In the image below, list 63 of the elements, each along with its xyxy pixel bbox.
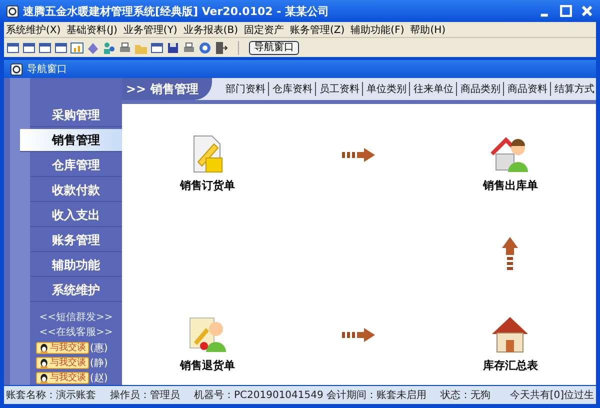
sidebar-item[interactable]: 收款付款 <box>30 179 122 202</box>
sidebar-item[interactable]: 采购管理 <box>30 104 122 127</box>
sidebar-item[interactable]: 系统维护 <box>30 279 122 302</box>
menu-item[interactable]: 辅助功能(F) <box>350 22 404 36</box>
sidebar-item[interactable]: 收入支出 <box>30 204 122 227</box>
status-text: 今天共有[0]位过生 <box>510 388 594 402</box>
header-link[interactable]: 往来单位 <box>409 82 456 96</box>
panel-title: 导航窗口 <box>27 62 67 76</box>
penguin-icon <box>39 358 49 368</box>
sidebar-link[interactable]: <<在线客服>> <box>30 325 122 340</box>
menu-item[interactable]: 业务管理(Y) <box>123 22 178 36</box>
close-icon[interactable] <box>580 4 594 18</box>
penguin-icon <box>39 342 49 352</box>
menu-item[interactable]: 固定资产 <box>244 22 284 36</box>
help-icon[interactable] <box>198 40 212 54</box>
header-link[interactable]: 仓库资料 <box>268 82 316 96</box>
staff-name: (赵) <box>90 372 108 384</box>
menu-item[interactable]: 系统维护(X) <box>6 22 61 36</box>
house-icon[interactable] <box>490 314 530 354</box>
up-arrow-icon <box>502 236 518 270</box>
app-icon <box>6 4 19 18</box>
sidebar-item[interactable]: 仓库管理 <box>30 154 122 177</box>
print-icon[interactable] <box>182 40 196 54</box>
staff-name: (惠) <box>90 342 108 354</box>
header-link[interactable]: 商品资料 <box>503 82 550 96</box>
sidebar-item[interactable]: 辅助功能 <box>30 254 122 277</box>
sidebar-link[interactable]: <<短信群发>> <box>30 310 122 325</box>
node-label[interactable]: 库存汇总表 <box>482 358 538 373</box>
people-icon[interactable] <box>102 40 116 54</box>
window-icon[interactable] <box>54 40 68 54</box>
header-link[interactable]: 部门资料 <box>222 82 268 96</box>
app-icon <box>10 62 23 76</box>
menu-item[interactable]: 帮助(H) <box>410 22 446 36</box>
menu-item[interactable]: 业务报表(B) <box>183 22 238 36</box>
status-text: 操作员：管理员 <box>110 389 180 402</box>
header-link[interactable]: 员工资料 <box>315 82 362 96</box>
sidebar-item[interactable]: 销售管理 <box>20 129 122 152</box>
node-label[interactable]: 销售退货单 <box>180 358 236 373</box>
penguin-icon <box>39 372 49 382</box>
status-text: 机器号：PC201901041549 会计期间：账套未启用 <box>194 388 427 402</box>
section-tab[interactable]: >> 销售管理 <box>122 78 212 100</box>
exit-icon[interactable] <box>214 40 228 54</box>
chat-button[interactable]: 与我交谈 <box>36 372 89 384</box>
chat-button[interactable]: 与我交谈 <box>36 342 89 354</box>
node-label[interactable]: 销售订货单 <box>180 178 236 193</box>
right-arrow-icon <box>342 326 376 342</box>
header-link[interactable]: 结算方式 <box>550 82 598 96</box>
chat-button[interactable]: 与我交谈 <box>36 356 89 368</box>
chart-icon[interactable] <box>70 40 84 54</box>
maximize-icon[interactable] <box>559 4 573 18</box>
right-arrow-icon <box>342 146 376 162</box>
menu-item[interactable]: 基础资料(J) <box>66 22 118 36</box>
node-label[interactable]: 销售出库单 <box>482 178 538 193</box>
sidebar-item[interactable]: 账务管理 <box>30 229 122 252</box>
header-link[interactable]: 单位类别 <box>362 82 410 96</box>
status-text: 账套名称：演示账套 <box>6 388 96 402</box>
nav-window-button[interactable]: 导航窗口 <box>249 40 299 54</box>
window-title: 速腾五金水暖建材管理系统[经典版] Ver20.0102 - 某某公司 <box>23 4 330 18</box>
print-icon[interactable] <box>118 40 132 54</box>
header-link[interactable]: 商品类别 <box>456 82 504 96</box>
status-text: 状态：无狗 <box>440 388 491 402</box>
staff-name: (静) <box>90 356 108 370</box>
menu-item[interactable]: 账务管理(Z) <box>290 22 345 36</box>
